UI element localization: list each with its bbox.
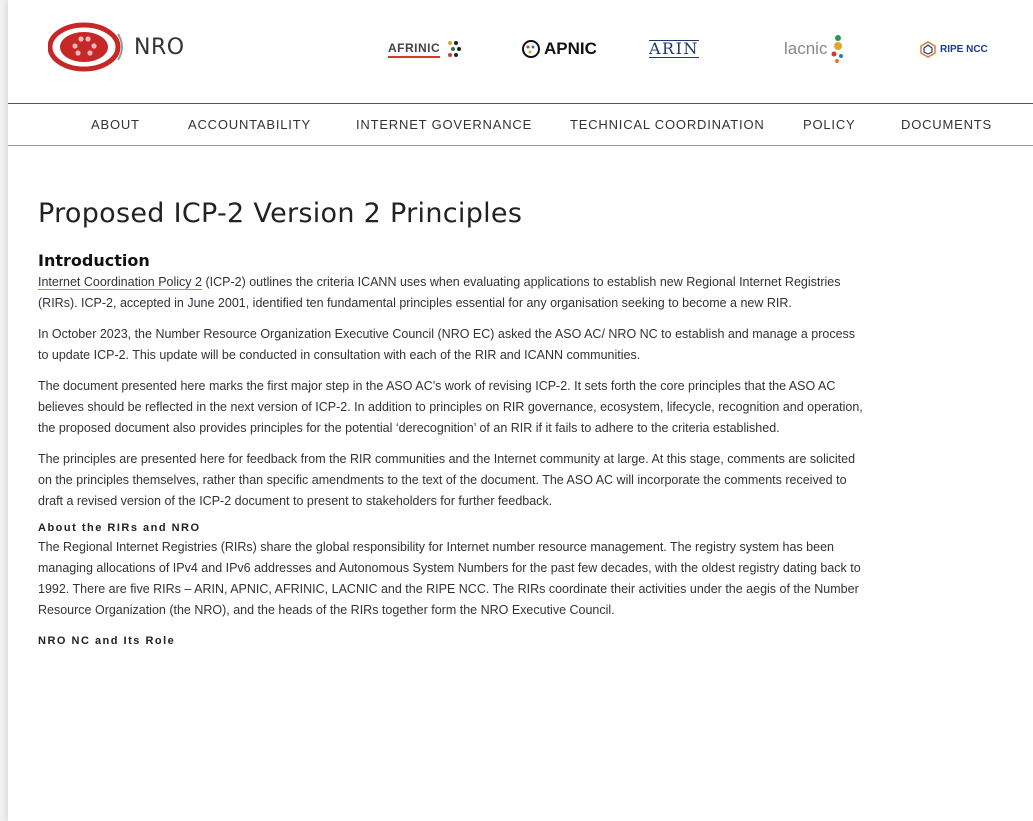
main-nav: ABOUT ACCOUNTABILITY INTERNET GOVERNANCE… <box>8 104 1033 146</box>
nro-logo-text: NRO <box>134 34 185 60</box>
ripe-ncc-icon <box>920 41 936 58</box>
ripe-ncc-logo-text: RIPE NCC <box>940 43 988 55</box>
nro-nc-heading: NRO NC and Its Role <box>38 635 176 647</box>
rir-logo-lacnic[interactable]: lacnic <box>784 33 847 65</box>
about-rirs-heading: About the RIRs and NRO <box>38 522 201 534</box>
rir-logo-apnic[interactable]: APNIC <box>521 33 597 65</box>
page-title: Proposed ICP-2 Version 2 Principles <box>38 198 523 229</box>
nav-item-technical-coordination[interactable]: TECHNICAL COORDINATION <box>570 117 765 132</box>
paragraph-4: The principles are presented here for fe… <box>38 452 856 508</box>
nro-logo[interactable]: NRO <box>48 22 185 72</box>
page: NRO AFRINIC APNIC ARIN lacnic RIPE NCC A… <box>8 0 1033 821</box>
intro-heading: Introduction <box>38 251 150 270</box>
rir-logo-ripe-ncc[interactable]: RIPE NCC <box>919 33 988 65</box>
nav-item-accountability[interactable]: ACCOUNTABILITY <box>188 117 311 132</box>
afrinic-dots-icon <box>448 41 462 57</box>
arin-logo-text: ARIN <box>649 39 699 58</box>
apnic-icon <box>522 40 540 58</box>
paragraph-2: In October 2023, the Number Resource Org… <box>38 327 856 362</box>
lacnic-dots-icon <box>831 35 844 63</box>
rir-logo-afrinic[interactable]: AFRINIC <box>388 33 466 65</box>
nro-logo-icon <box>48 22 123 72</box>
main-content: Proposed ICP-2 Version 2 Principles Intr… <box>38 182 868 650</box>
paragraph-5: The Regional Internet Registries (RIRs) … <box>38 540 861 617</box>
nav-item-policy[interactable]: POLICY <box>803 117 855 132</box>
nav-item-about[interactable]: ABOUT <box>91 117 140 132</box>
paragraph-3: The document presented here marks the fi… <box>38 379 863 435</box>
intro-paragraph: Internet Coordination Policy 2 (ICP-2) o… <box>38 272 868 314</box>
lacnic-logo-text: lacnic <box>784 39 828 58</box>
icp2-link[interactable]: Internet Coordination Policy 2 <box>38 275 202 290</box>
nav-item-internet-governance[interactable]: INTERNET GOVERNANCE <box>356 117 532 132</box>
afrinic-logo-text: AFRINIC <box>388 41 441 58</box>
nav-item-documents[interactable]: DOCUMENTS <box>901 117 992 132</box>
rir-logo-arin[interactable]: ARIN <box>649 33 699 65</box>
site-header: NRO AFRINIC APNIC ARIN lacnic RIPE NCC <box>8 0 1033 104</box>
apnic-logo-text: APNIC <box>544 39 597 58</box>
